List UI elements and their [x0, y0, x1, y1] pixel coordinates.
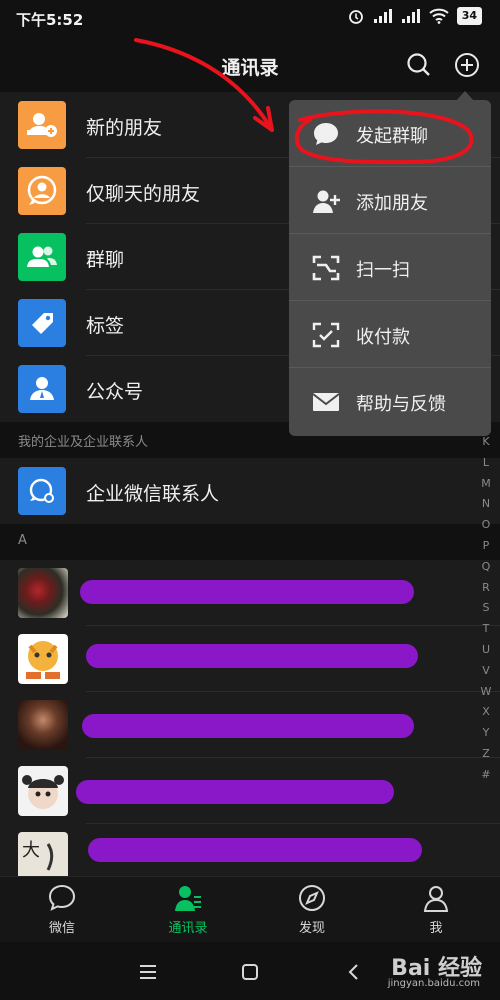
add-friend-icon — [18, 101, 66, 149]
contact-row[interactable] — [0, 758, 500, 824]
chat-bubble-icon — [314, 123, 338, 145]
status-icons: 34 — [347, 7, 482, 25]
tab-discover-label: 发现 — [298, 921, 325, 936]
redaction-bar — [86, 644, 418, 668]
menu-icon[interactable] — [138, 962, 158, 982]
enterprise-section-label: 我的企业及企业联系人 — [18, 435, 149, 450]
redaction-bar — [88, 838, 422, 862]
header: 通讯录 — [0, 36, 500, 92]
status-time: 下午5:52 — [16, 11, 84, 29]
tab-chats-label: 微信 — [48, 921, 75, 936]
tab-discover[interactable]: 发现 — [272, 883, 352, 941]
payment-icon — [312, 322, 340, 348]
tab-me[interactable]: 我 — [396, 883, 476, 941]
contact-row[interactable] — [0, 692, 500, 758]
contacts-tab-icon — [175, 886, 201, 911]
chat-only-friends-label: 仅聊天的朋友 — [86, 183, 201, 205]
svg-text:大: 大 — [22, 840, 40, 861]
tab-chats[interactable]: 微信 — [22, 883, 102, 941]
index-letter[interactable]: Y — [478, 723, 494, 744]
home-icon[interactable] — [240, 962, 260, 982]
group-icon — [18, 233, 66, 281]
section-letter: A — [18, 533, 27, 548]
index-letter[interactable]: V — [478, 661, 494, 682]
alarm-icon — [348, 10, 363, 24]
chat-only-icon — [18, 167, 66, 215]
mail-icon — [312, 393, 340, 411]
help-feedback-label: 帮助与反馈 — [356, 394, 446, 415]
index-letter[interactable]: S — [478, 598, 494, 619]
help-feedback-item[interactable]: 帮助与反馈 — [289, 368, 491, 435]
contact-row[interactable] — [0, 560, 500, 626]
scan-item[interactable]: 扫一扫 — [289, 234, 491, 301]
payment-item[interactable]: 收付款 — [289, 301, 491, 368]
index-letter[interactable]: N — [478, 494, 494, 515]
back-icon[interactable] — [344, 962, 364, 982]
index-letter[interactable]: O — [478, 515, 494, 536]
person-icon — [423, 886, 449, 912]
avatar — [18, 634, 68, 684]
add-user-icon — [313, 190, 340, 213]
avatar — [18, 568, 68, 618]
start-group-chat-item[interactable]: 发起群聊 — [289, 100, 491, 167]
avatar — [18, 766, 68, 816]
official-account-icon — [18, 365, 66, 413]
alphabet-index-bar[interactable]: K L M N O P Q R S T U V W X Y Z # — [478, 432, 494, 786]
contact-row[interactable] — [0, 626, 500, 692]
start-group-chat-label: 发起群聊 — [356, 126, 428, 147]
index-letter[interactable]: T — [478, 619, 494, 640]
add-friends-item[interactable]: 添加朋友 — [289, 167, 491, 234]
enterprise-contacts-item[interactable]: 企业微信联系人 — [0, 458, 500, 524]
signal-icon-2 — [401, 9, 420, 23]
chat-tab-icon — [48, 884, 76, 911]
index-letter[interactable]: X — [478, 702, 494, 723]
wifi-icon — [429, 8, 449, 24]
bottom-tab-bar: 微信 通讯录 发现 我 — [0, 876, 500, 943]
avatar: 大 — [18, 832, 68, 882]
official-accounts-label: 公众号 — [86, 381, 144, 403]
tags-label: 标签 — [86, 315, 125, 337]
tab-contacts[interactable]: 通讯录 — [148, 883, 228, 941]
index-letter[interactable]: U — [478, 640, 494, 661]
section-header-a: A — [0, 524, 500, 560]
watermark-url: jingyan.baidu.com — [387, 978, 480, 989]
battery-indicator: 34 — [456, 7, 482, 25]
index-letter[interactable]: Z — [478, 744, 494, 765]
compass-icon — [299, 885, 325, 911]
add-friends-label: 添加朋友 — [356, 193, 428, 214]
index-letter[interactable]: R — [478, 578, 494, 599]
enterprise-contacts-label: 企业微信联系人 — [86, 483, 220, 505]
tab-me-label: 我 — [429, 921, 443, 936]
redaction-bar — [82, 714, 414, 738]
index-letter[interactable]: # — [478, 765, 494, 786]
search-icon[interactable] — [404, 50, 434, 80]
tag-icon — [18, 299, 66, 347]
add-menu-popup: 发起群聊 添加朋友 扫一扫 收付款 帮助与反馈 — [289, 100, 491, 436]
group-chats-label: 群聊 — [86, 249, 125, 271]
index-letter[interactable]: L — [478, 453, 494, 474]
index-letter[interactable]: W — [478, 682, 494, 703]
signal-icon — [373, 9, 392, 23]
scan-icon — [312, 255, 340, 281]
redaction-bar — [76, 780, 394, 804]
avatar — [18, 700, 68, 750]
watermark: Bai 经验 jingyan.baidu.com — [388, 950, 482, 989]
payment-label: 收付款 — [356, 327, 410, 348]
tab-contacts-label: 通讯录 — [168, 921, 208, 936]
scan-label: 扫一扫 — [356, 260, 410, 281]
new-friends-label: 新的朋友 — [86, 117, 163, 139]
enterprise-wechat-icon — [18, 467, 66, 515]
status-bar: 下午5:52 34 — [0, 0, 500, 36]
redaction-bar — [80, 580, 414, 604]
index-letter[interactable]: M — [478, 474, 494, 495]
index-letter[interactable]: Q — [478, 557, 494, 578]
add-circle-icon[interactable] — [452, 50, 482, 80]
index-letter[interactable]: P — [478, 536, 494, 557]
